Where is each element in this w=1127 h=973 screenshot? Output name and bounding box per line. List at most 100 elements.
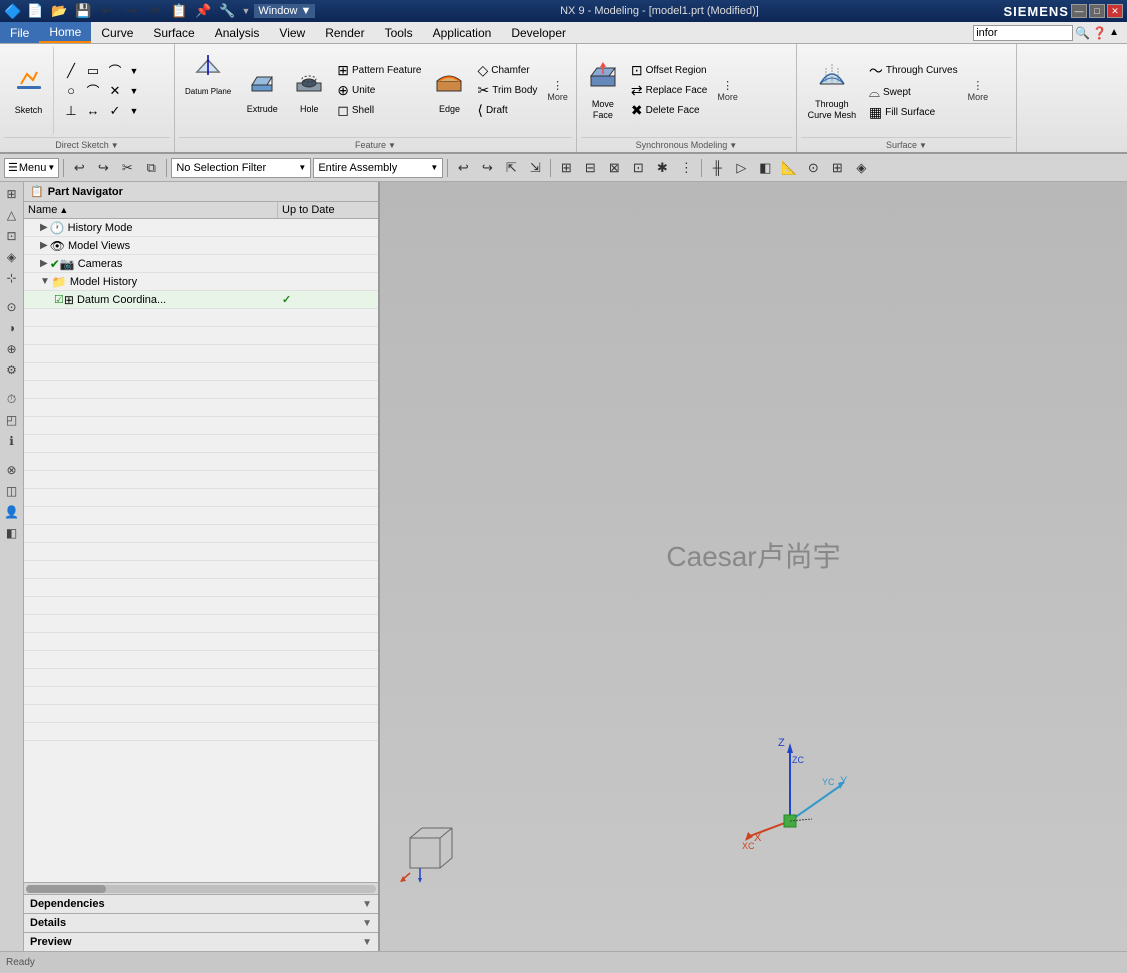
toolbar-measure-btn[interactable]: 📐 xyxy=(778,157,800,179)
toolbar-btn9[interactable]: ✱ xyxy=(651,157,673,179)
edge-blend-button[interactable]: Edge xyxy=(427,46,471,135)
delete-face-button[interactable]: ✖ Delete Face xyxy=(628,101,710,120)
pattern-feature-button[interactable]: ⊞ Pattern Feature xyxy=(334,61,424,80)
preview-panel[interactable]: Preview ▼ xyxy=(24,932,378,951)
toolbar-btn10[interactable]: ⋮ xyxy=(675,157,697,179)
search-input[interactable] xyxy=(973,25,1073,41)
left-icon-9[interactable]: ⚙ xyxy=(2,360,22,380)
through-curve-mesh-button[interactable]: Through Curve Mesh xyxy=(801,46,863,135)
left-icon-4[interactable]: ◈ xyxy=(2,247,22,267)
arc-tool[interactable]: ⌒ xyxy=(105,62,125,80)
shell-button[interactable]: ◻ Shell xyxy=(334,101,424,120)
nav-status-header[interactable]: Up to Date xyxy=(278,202,378,218)
toolbar-btn7[interactable]: ⊠ xyxy=(603,157,625,179)
restore-btn[interactable]: □ xyxy=(1089,4,1105,18)
left-icon-12[interactable]: ℹ xyxy=(2,431,22,451)
more-shapes3[interactable]: ▼ xyxy=(127,102,141,120)
menu-curve[interactable]: Curve xyxy=(91,22,143,43)
undo-btn[interactable]: ↩ xyxy=(97,1,117,21)
menu-file[interactable]: File xyxy=(0,22,39,43)
new-btn[interactable]: 📄 xyxy=(25,1,45,21)
left-icon-16[interactable]: ◧ xyxy=(2,523,22,543)
menu-view[interactable]: View xyxy=(269,22,315,43)
nav-item-datum-coord[interactable]: ☑ ⊞ Datum Coordina... ✓ xyxy=(24,291,378,309)
rect-tool[interactable]: ▭ xyxy=(83,62,103,80)
toolbar-cut[interactable]: ✂ xyxy=(116,157,138,179)
left-icon-11[interactable]: ◰ xyxy=(2,410,22,430)
left-icon-13[interactable]: ⊗ xyxy=(2,460,22,480)
toolbar-copy[interactable]: ⧉ xyxy=(140,157,162,179)
toolbar-snap-btn[interactable]: ╫ xyxy=(706,157,728,179)
dim-tool[interactable]: ↔ xyxy=(83,102,103,120)
dependencies-panel[interactable]: Dependencies ▼ xyxy=(24,894,378,913)
nav-item-model-views[interactable]: ▶ 👁 Model Views xyxy=(24,237,378,255)
fill-surface-button[interactable]: ▦ Fill Surface xyxy=(866,103,961,122)
undo-toolbar-btn[interactable]: ↩ xyxy=(68,157,90,179)
menu-home[interactable]: Home xyxy=(39,22,91,43)
feature-more-button[interactable]: ⋮ More xyxy=(543,76,572,105)
left-icon-5[interactable]: ⊹ xyxy=(2,268,22,288)
paste-btn[interactable]: 📌 xyxy=(193,1,213,21)
left-icon-7[interactable]: ◑ xyxy=(2,318,22,338)
more-shapes2[interactable]: ▼ xyxy=(127,82,141,100)
toolbar-grid-btn[interactable]: ⊞ xyxy=(826,157,848,179)
toolbar-btn4[interactable]: ⇲ xyxy=(524,157,546,179)
feature-expand[interactable]: ▼ xyxy=(388,141,396,150)
offset-region-button[interactable]: ⊡ Offset Region xyxy=(628,61,710,80)
cut-btn[interactable]: ✂ xyxy=(145,1,165,21)
sync-more-button[interactable]: ⋮ More xyxy=(713,76,742,105)
direct-sketch-expand[interactable]: ▼ xyxy=(111,141,119,150)
datum-coord-checkbox[interactable]: ☑ xyxy=(54,293,64,306)
details-panel[interactable]: Details ▼ xyxy=(24,913,378,932)
left-icon-1[interactable]: ⊞ xyxy=(2,184,22,204)
swept-button[interactable]: ⌓ Swept xyxy=(866,83,961,102)
nav-horizontal-scrollbar[interactable] xyxy=(24,882,378,894)
toolbar-btn6[interactable]: ⊟ xyxy=(579,157,601,179)
help-icon[interactable]: ❓ xyxy=(1092,26,1107,40)
line-tool[interactable]: ╱ xyxy=(61,62,81,80)
left-icon-15[interactable]: 👤 xyxy=(2,502,22,522)
window-menu[interactable]: Window ▼ xyxy=(254,4,315,18)
toolbar-btn1[interactable]: ↩ xyxy=(452,157,474,179)
viewport[interactable]: Caesar卢尚宇 Z ZC Y YC X xyxy=(380,182,1127,951)
surface-more-button[interactable]: ⋮ More xyxy=(964,76,993,105)
chamfer-button[interactable]: ◇ Chamfer xyxy=(474,61,540,80)
nav-name-header[interactable]: Name ▲ xyxy=(24,202,278,218)
toolbar-btn2[interactable]: ↪ xyxy=(476,157,498,179)
redo-btn[interactable]: ↪ xyxy=(121,1,141,21)
datum-plane-button[interactable]: Datum Plane xyxy=(179,46,237,101)
left-icon-6[interactable]: ⊙ xyxy=(2,297,22,317)
trim-body-button[interactable]: ✂ Trim Body xyxy=(474,81,540,100)
assembly-filter-dropdown[interactable]: Entire Assembly ▼ xyxy=(313,158,443,178)
left-icon-14[interactable]: ◫ xyxy=(2,481,22,501)
menu-render[interactable]: Render xyxy=(315,22,374,43)
scroll-track[interactable] xyxy=(26,885,376,893)
sketch-button[interactable]: Sketch xyxy=(4,46,54,135)
unite-button[interactable]: ⊕ Unite xyxy=(334,81,424,100)
toolbar-snap2-btn[interactable]: ⊙ xyxy=(802,157,824,179)
menu-tools[interactable]: Tools xyxy=(375,22,423,43)
toolbar-btn8[interactable]: ⊡ xyxy=(627,157,649,179)
more-shapes[interactable]: ▼ xyxy=(127,62,141,80)
point-tool[interactable]: ✕ xyxy=(105,82,125,100)
toolbar-btn5[interactable]: ⊞ xyxy=(555,157,577,179)
fillet-tool[interactable]: ⌒ xyxy=(83,82,103,100)
misc-btn[interactable]: 🔧 xyxy=(217,1,237,21)
hole-button[interactable]: Hole xyxy=(287,46,331,135)
save-btn[interactable]: 💾 xyxy=(73,1,93,21)
selection-filter-dropdown[interactable]: No Selection Filter ▼ xyxy=(171,158,311,178)
menu-analysis[interactable]: Analysis xyxy=(205,22,270,43)
surface-expand[interactable]: ▼ xyxy=(919,141,927,150)
replace-face-button[interactable]: ⇄ Replace Face xyxy=(628,81,710,100)
redo-toolbar-btn[interactable]: ↪ xyxy=(92,157,114,179)
menu-application[interactable]: Application xyxy=(423,22,502,43)
sync-expand[interactable]: ▼ xyxy=(729,141,737,150)
close-btn[interactable]: ✕ xyxy=(1107,4,1123,18)
search-icon[interactable]: 🔍 xyxy=(1075,26,1090,40)
nav-item-model-history[interactable]: ▼ 📁 Model History xyxy=(24,273,378,291)
nav-item-history-mode[interactable]: ▶ 🕐 History Mode xyxy=(24,219,378,237)
copy-btn[interactable]: 📋 xyxy=(169,1,189,21)
finish-tool[interactable]: ✓ xyxy=(105,102,125,120)
circle-tool[interactable]: ○ xyxy=(61,82,81,100)
through-curves-button[interactable]: 〜 Through Curves xyxy=(866,60,961,82)
